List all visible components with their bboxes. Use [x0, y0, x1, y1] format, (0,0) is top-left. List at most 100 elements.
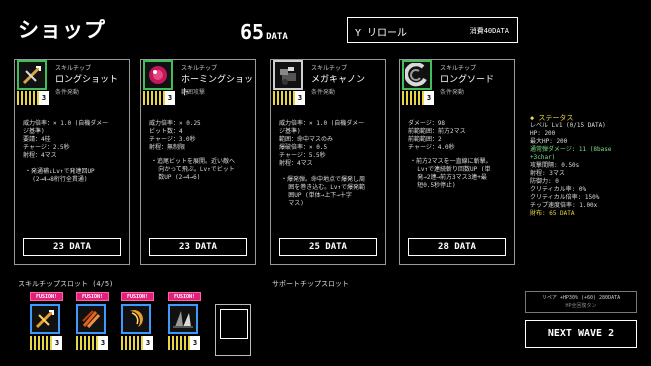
stat-line: 前範範囲：前方2マス — [408, 128, 466, 135]
chip-icon: 3 — [143, 60, 177, 107]
data-amount: 65 — [240, 20, 265, 44]
chip-level: 3 — [39, 91, 49, 105]
crossbow-icon — [30, 304, 60, 334]
status-level: レベル Lv1 (0/15 DATA) — [530, 122, 606, 129]
chip-level: 3 — [52, 336, 62, 350]
buy-button[interactable]: 23 DATA — [23, 238, 121, 256]
reroll-cost: 消費40DATA — [469, 27, 509, 35]
shop-card-megacannon[interactable]: 3 スキルチップ メガキャノン 条件発動 威力倍率：× 1.0 (自機ダメー ジ… — [270, 59, 386, 265]
chip-level: 3 — [295, 91, 305, 105]
status-panel: ◆ ステータス レベル Lv1 (0/15 DATA) HP: 200 最大HP… — [530, 114, 611, 218]
stat-line: 射程：4マス — [279, 160, 313, 167]
crescent-slash-icon — [121, 304, 151, 334]
status-hp: HP: 200 — [530, 130, 556, 137]
card-stats: 威力倍率：× 0.25 ビット数：4 チャージ：3.0秒 射程：無制限 — [149, 120, 201, 152]
chip-level: 3 — [190, 336, 200, 350]
card-condition: 条件発動 — [55, 89, 80, 96]
stat-line: チャージ：2.5秒 — [23, 144, 70, 151]
card-category: スキルチップ — [55, 65, 92, 72]
stat-line: ビット数：4 — [149, 128, 183, 135]
chip-icon: 3 — [402, 60, 436, 107]
card-stats: ダメージ：98 前範範囲：前方2マス 前範範囲：2 チャージ：4.0秒 — [408, 120, 466, 152]
chip-level: 3 — [143, 336, 153, 350]
stat-line: チャージ：4.0秒 — [408, 144, 455, 151]
status-shot-damage-detail: +3char) — [530, 154, 556, 161]
claw-slash-icon — [76, 304, 106, 334]
fusion-badge: FUSION! — [168, 292, 201, 301]
chip-level: 3 — [165, 91, 175, 105]
card-stats: 威力倍率：× 1.0 (自機ダメー ジ基準) 要請：4桂 チャージ：2.5秒 射… — [23, 120, 108, 160]
card-description: ・前方2マスを一直線に斬撃。 Lv↑で連続斬り回数UP (単 発→2連→前方3マ… — [410, 158, 492, 189]
skill-slot-label: スキルチップスロット (4/5) — [18, 280, 114, 288]
status-defense: 防御力: 0 — [530, 178, 559, 185]
empty-slot-frame — [220, 309, 248, 339]
buy-button[interactable]: 23 DATA — [149, 238, 247, 256]
crossbow-icon — [17, 60, 47, 90]
status-heading: ◆ ステータス — [530, 114, 574, 122]
stat-line: チャージ：5.5秒 — [279, 152, 326, 159]
card-condition: 範囲攻撃 — [181, 89, 206, 96]
stat-line: 射程：4マス — [23, 152, 57, 159]
stat-line: 爆破倍率：× 0.5 — [279, 144, 328, 151]
chip-level-bars — [76, 336, 98, 350]
shop-card-longshot[interactable]: 3 スキルチップ ロングショット 条件発動 威力倍率：× 1.0 (自機ダメー … — [14, 59, 130, 265]
stat-line: 威力倍率：× 0.25 — [149, 120, 201, 127]
longsword-icon — [402, 60, 432, 90]
support-chip-offer[interactable]: リペア +HP30% (+60) 280DATA HP全回復タン — [525, 291, 637, 313]
chip-level-bars — [402, 91, 424, 105]
card-name: メガキャノン — [311, 75, 366, 85]
card-description: ・追尾ビットを展開。近い敵へ 向かって飛ぶ。Lv↑でビット 数UP (2→4→6… — [151, 158, 236, 181]
buy-button[interactable]: 28 DATA — [408, 238, 506, 256]
card-condition: 条件発動 — [311, 89, 336, 96]
chip-level-bars — [273, 91, 295, 105]
longsword-icon — [168, 304, 198, 334]
skill-slot-1[interactable]: FUSION! 3 — [30, 292, 64, 357]
stat-line: チャージ：3.0秒 — [149, 136, 196, 143]
chip-level: 3 — [98, 336, 108, 350]
stat-line: 要請：4桂 — [23, 136, 51, 143]
chip-level-bars — [30, 336, 52, 350]
status-shot-damage: 通常弾ダメージ: 11 (8base — [530, 146, 612, 153]
support-slot-label: サポートチップスロット — [272, 280, 349, 288]
status-max-hp: 最大HP: 200 — [530, 138, 568, 145]
skill-slot-4[interactable]: FUSION! 3 — [168, 292, 202, 357]
next-wave-button[interactable]: NEXT WAVE 2 — [525, 320, 637, 348]
shop-card-longsword[interactable]: 3 スキルチップ ロングソード 条件発動 ダメージ：98 前範範囲：前方2マス … — [399, 59, 515, 265]
stat-line: 射程：無制限 — [149, 144, 186, 151]
card-description: ・発通補↓Lv↑で発連回UP (2→4→8桁行全貫通) — [25, 168, 95, 183]
card-category: スキルチップ — [440, 65, 477, 72]
stat-line: ジ基準) — [279, 128, 301, 135]
stat-line: ジ基準) — [23, 128, 45, 135]
chip-level-bars — [121, 336, 143, 350]
status-attack-interval: 攻撃間隔: 0.50s — [530, 162, 580, 169]
skill-slot-3[interactable]: FUSION! 3 — [121, 292, 155, 357]
support-chip-line2: HP全回復タン — [565, 303, 597, 309]
data-counter: 65 DATA — [240, 20, 288, 44]
chip-level-bars — [168, 336, 190, 350]
skill-slot-2[interactable]: FUSION! 3 — [76, 292, 110, 357]
card-stats: 威力倍率：× 1.0 (自機ダメー ジ基準) 範囲：命中マスのみ 爆破倍率：× … — [279, 120, 364, 168]
skill-slot-empty[interactable] — [215, 304, 251, 356]
data-unit: DATA — [266, 32, 288, 42]
card-name: ロングソード — [440, 75, 495, 85]
card-category: スキルチップ — [311, 65, 348, 72]
shop-card-homingshot[interactable]: 3 スキルチップ ホーミングショット 範囲攻撃 威力倍率：× 0.25 ビット数… — [140, 59, 256, 265]
support-chip-line1: リペア +HP30% (+60) 280DATA — [541, 295, 621, 301]
stat-line: 威力倍率：× 1.0 (自機ダメー — [279, 120, 365, 127]
card-description: ・爆発弾。命中地点で爆発し周 囲を巻き込む。Lv↑で爆発範 囲UP (単体→上下… — [281, 176, 366, 207]
cannon-icon — [273, 60, 303, 90]
stat-line: 威力倍率：× 1.0 (自機ダメー — [23, 120, 109, 127]
card-condition: 条件発動 — [440, 89, 465, 96]
chip-icon: 3 — [17, 60, 51, 107]
homing-orb-icon — [143, 60, 173, 90]
chip-level-bars — [17, 91, 39, 105]
chip-level-bars — [143, 91, 165, 105]
buy-button[interactable]: 25 DATA — [279, 238, 377, 256]
page-title: ショップ — [18, 18, 106, 42]
status-wallet: 財布: 65 DATA — [530, 210, 575, 217]
reroll-button[interactable]: Y リロール 消費40DATA — [347, 17, 518, 43]
status-chip-speed: チップ速度倍率: 1.00x — [530, 202, 598, 209]
fusion-badge: FUSION! — [76, 292, 109, 301]
status-range: 射程: 3マス — [530, 170, 565, 177]
card-category: スキルチップ — [181, 65, 218, 72]
